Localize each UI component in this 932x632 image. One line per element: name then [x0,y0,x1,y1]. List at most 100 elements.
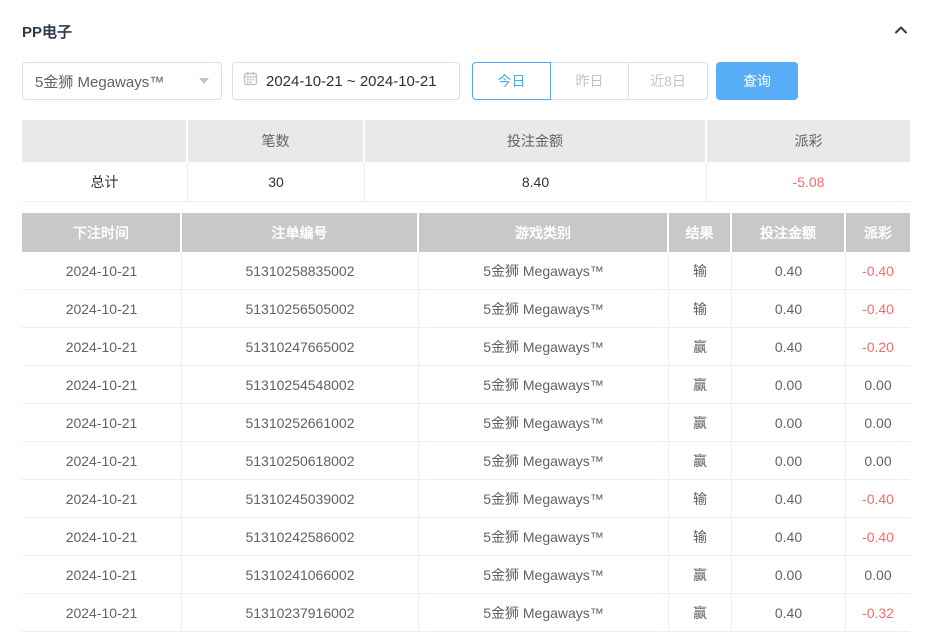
bet-amount-cell: 0.00 [732,556,846,593]
result-cell: 输 [669,290,732,327]
bet-amount-cell: 0.00 [732,366,846,403]
payout-cell: -0.40 [846,480,910,517]
summary-header-count: 笔数 [188,120,365,162]
order-number-cell: 51310245039002 [182,480,419,517]
table-row: 2024-10-21 51310258835002 5金狮 Megaways™ … [22,252,910,290]
bet-time-cell: 2024-10-21 [22,518,182,555]
payout-cell: 0.00 [846,556,910,593]
game-type-cell: 5金狮 Megaways™ [419,252,669,289]
bet-amount-cell: 0.40 [732,594,846,631]
result-cell: 赢 [669,556,732,593]
game-select-value: 5金狮 Megaways™ [35,71,199,92]
bet-time-cell: 2024-10-21 [22,290,182,327]
filter-bar: 5金狮 Megaways™ 2024-10-21 ~ 2024-10-21 [22,62,910,100]
summary-header-blank [22,120,188,162]
header-order-number: 注单编号 [182,213,419,252]
result-cell: 赢 [669,366,732,403]
order-number-cell: 51310242586002 [182,518,419,555]
summary-total-row: 总计 30 8.40 -5.08 [22,162,910,202]
bet-records-header: 下注时间 注单编号 游戏类别 结果 投注金额 派彩 [22,213,910,252]
bet-amount-cell: 0.40 [732,252,846,289]
result-cell: 赢 [669,328,732,365]
summary-total-payout: -5.08 [707,162,910,201]
collapse-panel-button[interactable] [892,22,910,40]
bet-time-cell: 2024-10-21 [22,442,182,479]
game-type-cell: 5金狮 Megaways™ [419,594,669,631]
date-range-picker[interactable]: 2024-10-21 ~ 2024-10-21 [232,62,460,100]
order-number-cell: 51310258835002 [182,252,419,289]
table-row: 2024-10-21 51310241066002 5金狮 Megaways™ … [22,556,910,594]
game-type-cell: 5金狮 Megaways™ [419,442,669,479]
result-cell: 输 [669,252,732,289]
game-type-cell: 5金狮 Megaways™ [419,480,669,517]
bet-amount-cell: 0.40 [732,518,846,555]
table-row: 2024-10-21 51310247665002 5金狮 Megaways™ … [22,328,910,366]
bet-time-cell: 2024-10-21 [22,366,182,403]
bet-time-cell: 2024-10-21 [22,480,182,517]
payout-cell: -0.40 [846,290,910,327]
result-cell: 赢 [669,594,732,631]
payout-cell: 0.00 [846,442,910,479]
table-row: 2024-10-21 51310237916002 5金狮 Megaways™ … [22,594,910,632]
result-cell: 输 [669,518,732,555]
page-title: PP电子 [22,21,72,42]
bet-time-cell: 2024-10-21 [22,556,182,593]
table-row: 2024-10-21 51310256505002 5金狮 Megaways™ … [22,290,910,328]
summary-table: 笔数 投注金额 派彩 总计 30 8.40 -5.08 [22,120,910,202]
bet-amount-cell: 0.40 [732,480,846,517]
order-number-cell: 51310241066002 [182,556,419,593]
result-cell: 赢 [669,404,732,441]
summary-table-header: 笔数 投注金额 派彩 [22,120,910,162]
game-type-cell: 5金狮 Megaways™ [419,290,669,327]
order-number-cell: 51310252661002 [182,404,419,441]
table-row: 2024-10-21 51310242586002 5金狮 Megaways™ … [22,518,910,556]
caret-down-icon [199,78,209,84]
result-cell: 赢 [669,442,732,479]
table-row: 2024-10-21 51310245039002 5金狮 Megaways™ … [22,480,910,518]
game-type-cell: 5金狮 Megaways™ [419,366,669,403]
payout-cell: -0.20 [846,328,910,365]
panel-header: PP电子 [22,20,910,42]
header-payout: 派彩 [846,213,910,252]
order-number-cell: 51310254548002 [182,366,419,403]
result-cell: 输 [669,480,732,517]
table-row: 2024-10-21 51310250618002 5金狮 Megaways™ … [22,442,910,480]
quick-range-yesterday-button[interactable]: 昨日 [550,62,629,100]
pp-electronic-panel: PP电子 5金狮 Megaways™ [0,20,932,632]
game-type-cell: 5金狮 Megaways™ [419,328,669,365]
quick-range-group: 今日 昨日 近8日 [472,62,708,100]
order-number-cell: 51310250618002 [182,442,419,479]
bet-time-cell: 2024-10-21 [22,328,182,365]
game-type-cell: 5金狮 Megaways™ [419,556,669,593]
summary-header-payout: 派彩 [707,120,910,162]
payout-cell: -0.32 [846,594,910,631]
summary-header-bet: 投注金额 [365,120,707,162]
query-button[interactable]: 查询 [716,62,798,100]
chevron-up-icon [893,22,909,41]
bet-time-cell: 2024-10-21 [22,252,182,289]
table-row: 2024-10-21 51310254548002 5金狮 Megaways™ … [22,366,910,404]
payout-cell: 0.00 [846,366,910,403]
bet-amount-cell: 0.00 [732,442,846,479]
quick-range-today-button[interactable]: 今日 [472,62,551,100]
summary-total-count: 30 [188,162,365,201]
bet-time-cell: 2024-10-21 [22,404,182,441]
calendar-icon [243,71,258,91]
header-result: 结果 [669,213,732,252]
game-type-cell: 5金狮 Megaways™ [419,518,669,555]
payout-cell: -0.40 [846,518,910,555]
header-game-type: 游戏类别 [419,213,669,252]
quick-range-last8days-button[interactable]: 近8日 [628,62,708,100]
bet-amount-cell: 0.00 [732,404,846,441]
payout-cell: 0.00 [846,404,910,441]
bet-records-table: 下注时间 注单编号 游戏类别 结果 投注金额 派彩 2024-10-21 513… [22,213,910,632]
bet-time-cell: 2024-10-21 [22,594,182,631]
game-select[interactable]: 5金狮 Megaways™ [22,62,222,100]
payout-cell: -0.40 [846,252,910,289]
summary-total-label: 总计 [22,162,188,201]
summary-total-bet: 8.40 [365,162,707,201]
table-row: 2024-10-21 51310252661002 5金狮 Megaways™ … [22,404,910,442]
bet-amount-cell: 0.40 [732,328,846,365]
order-number-cell: 51310237916002 [182,594,419,631]
header-bet-amount: 投注金额 [732,213,846,252]
